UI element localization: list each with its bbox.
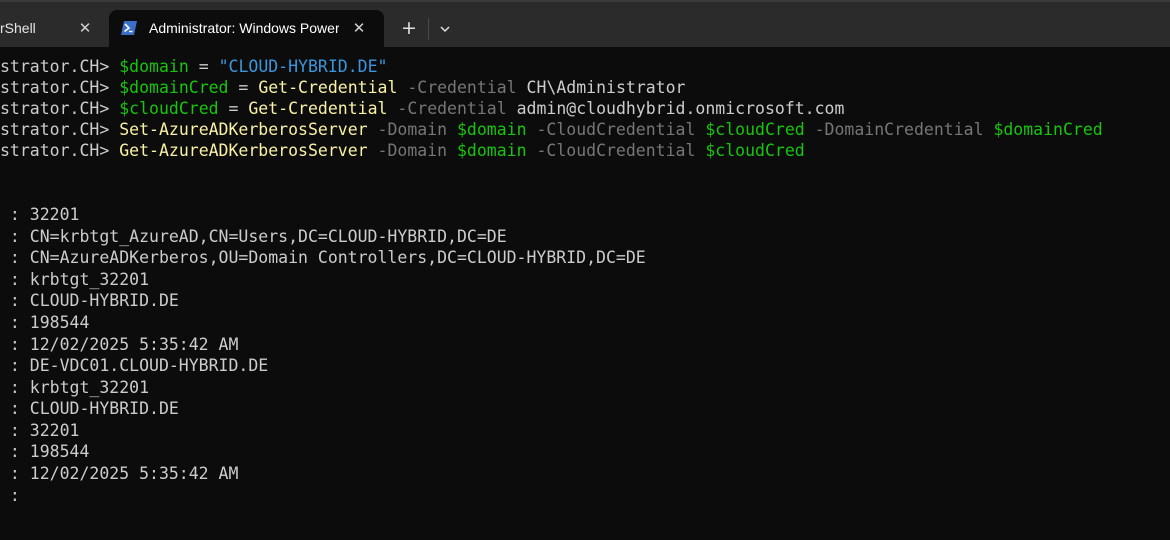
prompt: strator.CH> bbox=[0, 78, 120, 97]
output-line: : DE-VDC01.CLOUD-HYBRID.DE bbox=[0, 356, 269, 375]
output-line: : CN=krbtgt_AzureAD,CN=Users,DC=CLOUD-HY… bbox=[0, 227, 507, 246]
variable: $domain bbox=[456, 141, 527, 160]
command-line: strator.CH> $domain = "CLOUD-HYBRID.DE" bbox=[0, 56, 387, 77]
output-line: : bbox=[0, 486, 20, 505]
command-line: strator.CH> $cloudCred = Get-Credential … bbox=[0, 98, 844, 119]
operator: = bbox=[228, 78, 259, 97]
argument: admin@cloudhybrid.onmicrosoft.com bbox=[506, 99, 845, 118]
output-line: : 32201 bbox=[0, 205, 80, 224]
tab-label: rShell bbox=[0, 20, 36, 36]
parameter: -Credential bbox=[397, 78, 517, 97]
divider bbox=[428, 18, 429, 40]
string-literal: "CLOUD-HYBRID.DE" bbox=[218, 57, 388, 76]
tab-bar: rShell ✕ Administrator: Windows PowerShe… bbox=[0, 0, 1170, 47]
new-tab-button[interactable]: + bbox=[398, 17, 420, 39]
cmdlet: Get-Credential bbox=[258, 78, 398, 97]
tab-powershell[interactable]: rShell ✕ bbox=[0, 10, 105, 47]
terminal-output[interactable]: strator.CH> $domain = "CLOUD-HYBRID.DE" … bbox=[0, 47, 1170, 540]
cmdlet: Get-AzureADKerberosServer bbox=[119, 141, 368, 160]
operator: = bbox=[218, 99, 249, 118]
parameter: -CloudCredential bbox=[526, 141, 706, 160]
output-line: : CLOUD-HYBRID.DE bbox=[0, 399, 179, 418]
output-line: : CLOUD-HYBRID.DE bbox=[0, 291, 179, 310]
output-line: : 12/02/2025 5:35:42 AM bbox=[0, 464, 239, 483]
prompt: strator.CH> bbox=[0, 57, 120, 76]
variable: $domain bbox=[119, 57, 189, 76]
parameter: -DomainCredential bbox=[804, 120, 994, 139]
variable: $domainCred bbox=[993, 120, 1103, 139]
powershell-icon bbox=[121, 21, 137, 35]
prompt: strator.CH> bbox=[0, 99, 120, 118]
variable: $cloudCred bbox=[119, 99, 219, 118]
parameter: -CloudCredential bbox=[526, 120, 706, 139]
output-line: : 198544 bbox=[0, 442, 90, 461]
output-line: : 12/02/2025 5:35:42 AM bbox=[0, 335, 239, 354]
variable: $cloudCred bbox=[705, 120, 805, 139]
output-line: : krbtgt_32201 bbox=[0, 270, 150, 289]
variable: $cloudCred bbox=[705, 141, 805, 160]
operator: = bbox=[188, 57, 219, 76]
parameter: -Credential bbox=[387, 99, 507, 118]
command-line: strator.CH> $domainCred = Get-Credential… bbox=[0, 77, 686, 98]
output-line: : krbtgt_32201 bbox=[0, 378, 150, 397]
output-line: : 32201 bbox=[0, 421, 80, 440]
close-icon[interactable]: ✕ bbox=[349, 18, 369, 38]
chevron-down-icon[interactable] bbox=[434, 18, 456, 40]
cmdlet: Set-AzureADKerberosServer bbox=[119, 120, 368, 139]
cmdlet: Get-Credential bbox=[248, 99, 388, 118]
parameter: -Domain bbox=[367, 120, 457, 139]
prompt: strator.CH> bbox=[0, 141, 120, 160]
parameter: -Domain bbox=[367, 141, 457, 160]
output-line: : CN=AzureADKerberos,OU=Domain Controlle… bbox=[0, 248, 646, 267]
argument: CH\Administrator bbox=[516, 78, 686, 97]
command-line: strator.CH> Get-AzureADKerberosServer -D… bbox=[0, 140, 805, 161]
tab-label: Administrator: Windows PowerShell bbox=[149, 20, 339, 36]
prompt: strator.CH> bbox=[0, 120, 120, 139]
variable: $domainCred bbox=[119, 78, 229, 97]
command-line: strator.CH> Set-AzureADKerberosServer -D… bbox=[0, 119, 1103, 140]
output-line: : 198544 bbox=[0, 313, 90, 332]
close-icon[interactable]: ✕ bbox=[75, 18, 95, 38]
variable: $domain bbox=[456, 120, 527, 139]
tab-administrator-powershell[interactable]: Administrator: Windows PowerShell ✕ bbox=[109, 10, 384, 47]
